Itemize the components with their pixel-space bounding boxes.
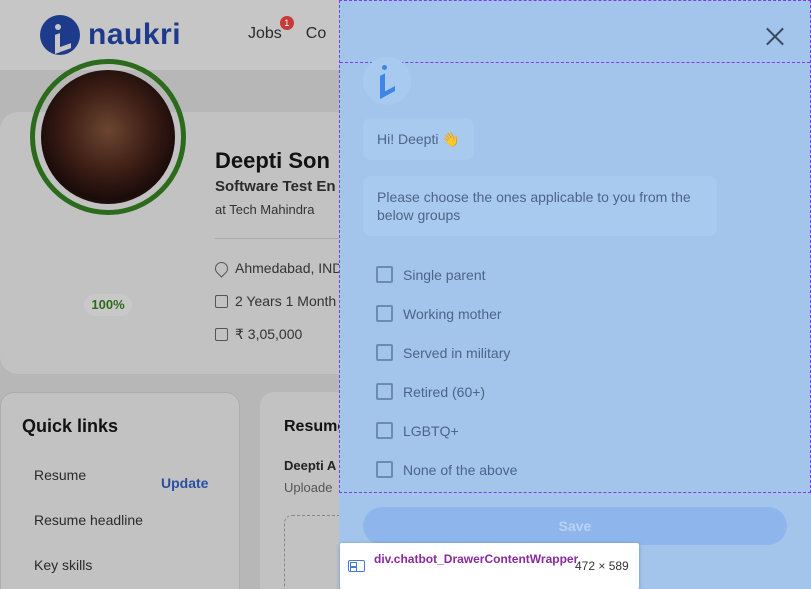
profile-photo[interactable] [41, 70, 175, 204]
naukri-logo[interactable]: naukri [40, 15, 181, 55]
chatbot-drawer: Hi! Deepti 👋 Please choose the ones appl… [339, 0, 811, 589]
salary-text: ₹ 3,05,000 [235, 326, 303, 342]
resume-upload-date: Uploade [284, 480, 333, 495]
wallet-icon [215, 328, 228, 341]
logo-text: naukri [88, 18, 182, 51]
content-wrapper-guide [340, 62, 810, 63]
checkbox[interactable] [376, 305, 393, 322]
prompt-bubble: Please choose the ones applicable to you… [363, 176, 717, 236]
profile-name: Deepti Son [215, 148, 330, 173]
quick-link-resume-headline[interactable]: Resume headline [34, 512, 143, 528]
chatbot-avatar-icon [363, 57, 411, 105]
briefcase-icon [215, 294, 228, 308]
option-none-of-the-above[interactable]: None of the above [376, 461, 517, 478]
option-label: Single parent [403, 266, 486, 283]
checkbox[interactable] [376, 266, 393, 283]
option-working-mother[interactable]: Working mother [376, 305, 502, 322]
checkbox[interactable] [376, 422, 393, 439]
checkbox[interactable] [376, 461, 393, 478]
option-label: LGBTQ+ [403, 422, 459, 439]
quick-link-resume[interactable]: Resume [34, 467, 86, 483]
nav-item-jobs[interactable]: Jobs 1 [248, 16, 294, 43]
tooltip-element-size: 472 × 589 [575, 559, 629, 573]
option-lgbtq[interactable]: LGBTQ+ [376, 422, 459, 439]
option-label: Served in military [403, 344, 511, 361]
option-label: Retired (60+) [403, 383, 486, 400]
profile-completion-badge: 100% [84, 294, 132, 316]
resume-file-name: Deepti A [284, 458, 337, 473]
nav-item-label: Co [305, 25, 327, 42]
resume-update-link[interactable]: Update [161, 475, 208, 491]
profile-company: at Tech Mahindra [215, 202, 315, 217]
resume-card-title: Resume [284, 418, 347, 435]
option-retired[interactable]: Retired (60+) [376, 383, 485, 400]
naukri-logo-icon [40, 15, 80, 55]
location-pin-icon [212, 258, 231, 278]
devtools-element-tooltip: div.chatbot_DrawerContentWrapper 472 × 5… [340, 543, 639, 589]
profile-divider [215, 238, 340, 239]
experience-text: 2 Years 1 Month [235, 293, 337, 309]
location-text: Ahmedabad, IND [235, 260, 343, 276]
option-single-parent[interactable]: Single parent [376, 266, 486, 283]
flex-container-icon [348, 560, 365, 572]
quick-links-card: Quick links Resume Update Resume headlin… [0, 392, 240, 589]
nav-item-companies[interactable]: Co [306, 25, 326, 43]
option-served-in-military[interactable]: Served in military [376, 344, 510, 361]
option-label: Working mother [403, 305, 502, 322]
checkbox[interactable] [376, 344, 393, 361]
profile-title: Software Test En [215, 178, 336, 195]
quick-link-key-skills[interactable]: Key skills [34, 557, 92, 573]
save-button[interactable]: Save [363, 507, 787, 545]
notification-badge: 1 [279, 16, 294, 30]
nav-item-label: Jobs [248, 25, 282, 42]
profile-experience: 2 Years 1 Month [215, 293, 336, 309]
checkbox[interactable] [376, 383, 393, 400]
greeting-bubble: Hi! Deepti 👋 [363, 118, 474, 160]
tooltip-element-name: div.chatbot_DrawerContentWrapper [374, 552, 579, 566]
profile-location: Ahmedabad, IND [212, 258, 343, 278]
main-nav: Jobs 1 Co [248, 16, 326, 43]
quick-links-title: Quick links [22, 416, 119, 436]
profile-salary: ₹ 3,05,000 [215, 326, 302, 343]
option-label: None of the above [403, 461, 518, 478]
